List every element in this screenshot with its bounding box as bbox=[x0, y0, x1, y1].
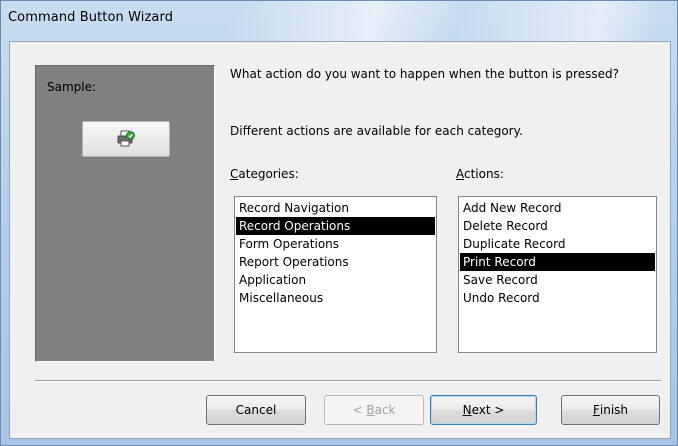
wizard-info: Different actions are available for each… bbox=[230, 124, 523, 138]
actions-label: Actions: bbox=[456, 167, 504, 181]
list-item[interactable]: Record Operations bbox=[236, 217, 435, 235]
list-item[interactable]: Form Operations bbox=[236, 235, 435, 253]
list-item[interactable]: Miscellaneous bbox=[236, 289, 435, 307]
actions-listbox[interactable]: Add New Record Delete Record Duplicate R… bbox=[458, 196, 657, 353]
sample-button-preview bbox=[82, 121, 170, 157]
list-item[interactable]: Delete Record bbox=[460, 217, 655, 235]
cancel-button[interactable]: Cancel bbox=[206, 395, 306, 425]
wizard-client-area: Sample: What action do you want to happe… bbox=[9, 41, 671, 439]
wizard-question: What action do you want to happen when t… bbox=[230, 67, 619, 81]
sample-panel: Sample: bbox=[35, 65, 215, 362]
back-button[interactable]: < Back bbox=[324, 395, 424, 425]
list-item[interactable]: Print Record bbox=[460, 253, 655, 271]
list-item[interactable]: Add New Record bbox=[460, 199, 655, 217]
list-item[interactable]: Duplicate Record bbox=[460, 235, 655, 253]
list-item[interactable]: Application bbox=[236, 271, 435, 289]
window-title: Command Button Wizard bbox=[8, 10, 174, 25]
list-item[interactable]: Save Record bbox=[460, 271, 655, 289]
list-item[interactable]: Record Navigation bbox=[236, 199, 435, 217]
list-item[interactable]: Report Operations bbox=[236, 253, 435, 271]
categories-listbox[interactable]: Record Navigation Record Operations Form… bbox=[234, 196, 437, 353]
separator bbox=[35, 380, 661, 382]
print-record-icon bbox=[117, 130, 135, 147]
sample-label: Sample: bbox=[47, 80, 97, 94]
next-button[interactable]: Next > bbox=[430, 395, 537, 425]
window-frame: Command Button Wizard Sample: What actio… bbox=[0, 0, 678, 446]
list-item[interactable]: Undo Record bbox=[460, 289, 655, 307]
categories-label: Categories: bbox=[230, 167, 299, 181]
finish-button[interactable]: Finish bbox=[561, 395, 660, 425]
